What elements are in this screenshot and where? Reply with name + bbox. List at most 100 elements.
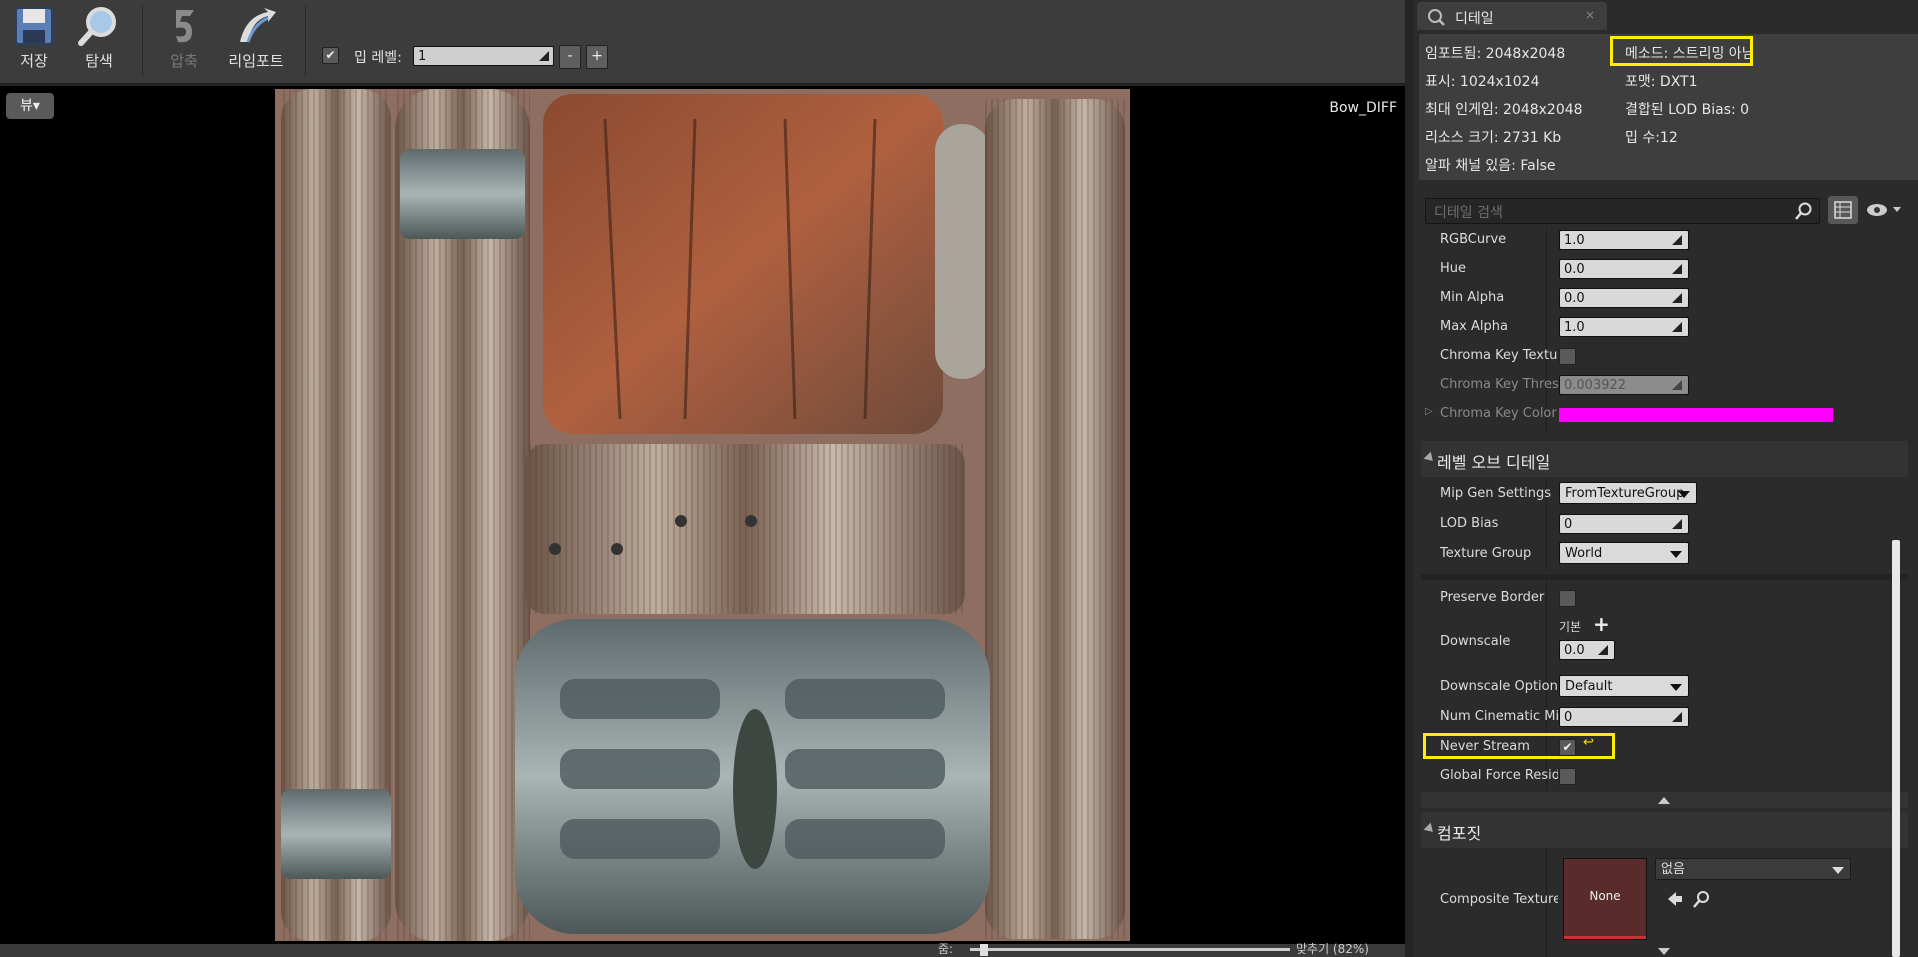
field-value: 0 bbox=[1564, 710, 1573, 725]
composite-texture-asset-dropdown[interactable]: 없음 bbox=[1655, 858, 1851, 880]
info-displayed: 표시: 1024x1024 bbox=[1425, 74, 1540, 90]
drag-handle-icon bbox=[1672, 264, 1682, 274]
prop-label: Min Alpha bbox=[1440, 290, 1505, 305]
prop-downscale: Downscale 기본 + 0.0 bbox=[1421, 612, 1908, 670]
chevron-down-icon[interactable] bbox=[1657, 947, 1671, 956]
chroma-key-threshold-field[interactable]: 0.003922 bbox=[1559, 375, 1689, 395]
prop-num-cinematic-mip-levels: Num Cinematic Mip Levels 0 bbox=[1421, 703, 1908, 729]
mip-plus-button[interactable]: + bbox=[586, 45, 608, 69]
prop-max-alpha: Max Alpha 1.0 bbox=[1421, 315, 1908, 339]
prop-label: Downscale bbox=[1440, 634, 1511, 649]
compress-button[interactable]: 압축 bbox=[156, 6, 212, 71]
search-icon[interactable] bbox=[1693, 890, 1711, 908]
texture-name: Bow_DIFF bbox=[1329, 100, 1397, 116]
add-icon[interactable]: + bbox=[1593, 612, 1610, 636]
group-separator bbox=[1421, 574, 1908, 580]
prop-composite-texture: Composite Texture None 없음 bbox=[1421, 852, 1908, 948]
dropdown-value: World bbox=[1565, 546, 1603, 561]
zoom-slider[interactable] bbox=[970, 948, 1290, 951]
zoom-slider-handle[interactable] bbox=[980, 944, 988, 956]
texture-image bbox=[275, 89, 1130, 941]
field-value: 0.0 bbox=[1564, 643, 1585, 658]
close-icon[interactable]: × bbox=[1585, 8, 1595, 22]
info-resource-size: 리소스 크기: 2731 Kb bbox=[1425, 130, 1562, 146]
mip-minus-button[interactable]: - bbox=[559, 45, 581, 69]
dropdown-value: FromTextureGroup bbox=[1565, 486, 1685, 501]
mip-level-checkbox[interactable]: ✔ bbox=[322, 47, 339, 64]
chroma-key-texture-checkbox[interactable] bbox=[1559, 348, 1576, 365]
texture-info: 임포트됨: 2048x2048 표시: 1024x1024 최대 인게임: 20… bbox=[1419, 34, 1918, 180]
chevron-down-icon bbox=[1678, 491, 1690, 498]
texture-viewport[interactable]: 뷰▾ Bow_DIFF bbox=[0, 86, 1405, 944]
chroma-key-color-swatch[interactable] bbox=[1559, 408, 1833, 422]
prop-label: Preserve Border bbox=[1440, 590, 1545, 605]
arrow-left-icon[interactable] bbox=[1666, 890, 1684, 908]
prop-label: Texture Group bbox=[1440, 546, 1532, 561]
downscale-options-dropdown[interactable]: Default bbox=[1559, 675, 1689, 697]
downscale-field[interactable]: 0.0 bbox=[1559, 640, 1615, 660]
save-button[interactable]: 저장 bbox=[6, 6, 62, 71]
info-max-ingame: 최대 인게임: 2048x2048 bbox=[1425, 102, 1583, 118]
drag-handle-icon bbox=[1672, 293, 1682, 303]
section-level-of-detail[interactable]: 레벨 오브 디테일 bbox=[1421, 441, 1908, 477]
drag-handle-icon bbox=[1672, 712, 1682, 722]
prop-label: Chroma Key Texture bbox=[1440, 348, 1558, 363]
advanced-collapse-bar[interactable] bbox=[1421, 792, 1908, 808]
property-matrix-button[interactable] bbox=[1828, 196, 1858, 224]
preserve-border-checkbox[interactable] bbox=[1559, 590, 1576, 607]
toolbar-separator bbox=[142, 6, 143, 76]
section-composite[interactable]: 컴포짓 bbox=[1421, 812, 1908, 848]
drag-handle-icon bbox=[1598, 645, 1608, 655]
downscale-default-label: 기본 bbox=[1559, 620, 1582, 634]
details-panel: 디테일 × 임포트됨: 2048x2048 표시: 1024x1024 최대 인… bbox=[1413, 0, 1918, 957]
min-alpha-field[interactable]: 0.0 bbox=[1559, 288, 1689, 308]
texture-preview bbox=[275, 89, 1130, 941]
mip-level-field[interactable]: 1 bbox=[413, 46, 554, 66]
magnifier-icon bbox=[78, 7, 116, 46]
drag-handle-icon bbox=[1672, 380, 1682, 390]
browse-button[interactable]: 탐색 bbox=[71, 6, 127, 71]
max-alpha-field[interactable]: 1.0 bbox=[1559, 317, 1689, 337]
global-force-resident-checkbox[interactable] bbox=[1559, 768, 1576, 785]
rgbcurve-field[interactable]: 1.0 bbox=[1559, 230, 1689, 250]
hue-field[interactable]: 0.0 bbox=[1559, 259, 1689, 279]
reimport-icon bbox=[240, 8, 276, 43]
prop-chroma-key-color: ▷ Chroma Key Color bbox=[1421, 402, 1908, 426]
details-search-input[interactable]: 디테일 검색 bbox=[1425, 198, 1820, 224]
prop-label: Chroma Key Color bbox=[1440, 406, 1557, 421]
prop-label: Mip Gen Settings bbox=[1440, 486, 1551, 501]
view-menu-button[interactable]: 뷰▾ bbox=[6, 93, 54, 119]
reimport-button[interactable]: 리임포트 bbox=[225, 6, 287, 71]
dropdown-value: Default bbox=[1565, 679, 1613, 694]
composite-texture-thumbnail[interactable]: None bbox=[1563, 858, 1647, 940]
mip-gen-settings-dropdown[interactable]: FromTextureGroup bbox=[1559, 482, 1697, 504]
prop-label: RGBCurve bbox=[1440, 232, 1507, 247]
prop-hue: Hue 0.0 bbox=[1421, 257, 1908, 281]
prop-label: LOD Bias bbox=[1440, 516, 1499, 531]
thumbnail-accent bbox=[1564, 936, 1646, 939]
prop-rgbcurve: RGBCurve 1.0 bbox=[1421, 228, 1908, 252]
mip-level-label: 밉 레벨: bbox=[354, 50, 402, 66]
info-num-mips: 밉 수:12 bbox=[1625, 130, 1678, 146]
expand-arrow-icon[interactable]: ▷ bbox=[1425, 406, 1433, 417]
compress-icon bbox=[176, 10, 194, 43]
chevron-up-icon bbox=[1658, 797, 1670, 804]
chevron-down-icon bbox=[1670, 684, 1682, 691]
collapse-arrow-icon bbox=[1423, 822, 1437, 836]
prop-label: Num Cinematic Mip Levels bbox=[1440, 709, 1558, 724]
save-icon bbox=[15, 7, 53, 45]
tab-details[interactable]: 디테일 × bbox=[1417, 2, 1607, 30]
grid-icon bbox=[1834, 201, 1852, 219]
prop-texture-group: Texture Group World bbox=[1421, 542, 1908, 568]
view-options-button[interactable] bbox=[1865, 200, 1905, 220]
details-scrollbar[interactable] bbox=[1892, 540, 1900, 957]
prop-chroma-key-threshold: Chroma Key Threshold 0.003922 bbox=[1421, 373, 1908, 397]
prop-label: Downscale Options bbox=[1440, 679, 1558, 694]
num-cinematic-field[interactable]: 0 bbox=[1559, 707, 1689, 727]
lod-bias-field[interactable]: 0 bbox=[1559, 514, 1689, 534]
section-title: 레벨 오브 디테일 bbox=[1437, 453, 1551, 472]
field-value: 1.0 bbox=[1564, 233, 1585, 248]
texture-group-dropdown[interactable]: World bbox=[1559, 542, 1689, 564]
prop-label: Chroma Key Threshold bbox=[1440, 377, 1558, 392]
compress-label: 압축 bbox=[170, 52, 198, 70]
